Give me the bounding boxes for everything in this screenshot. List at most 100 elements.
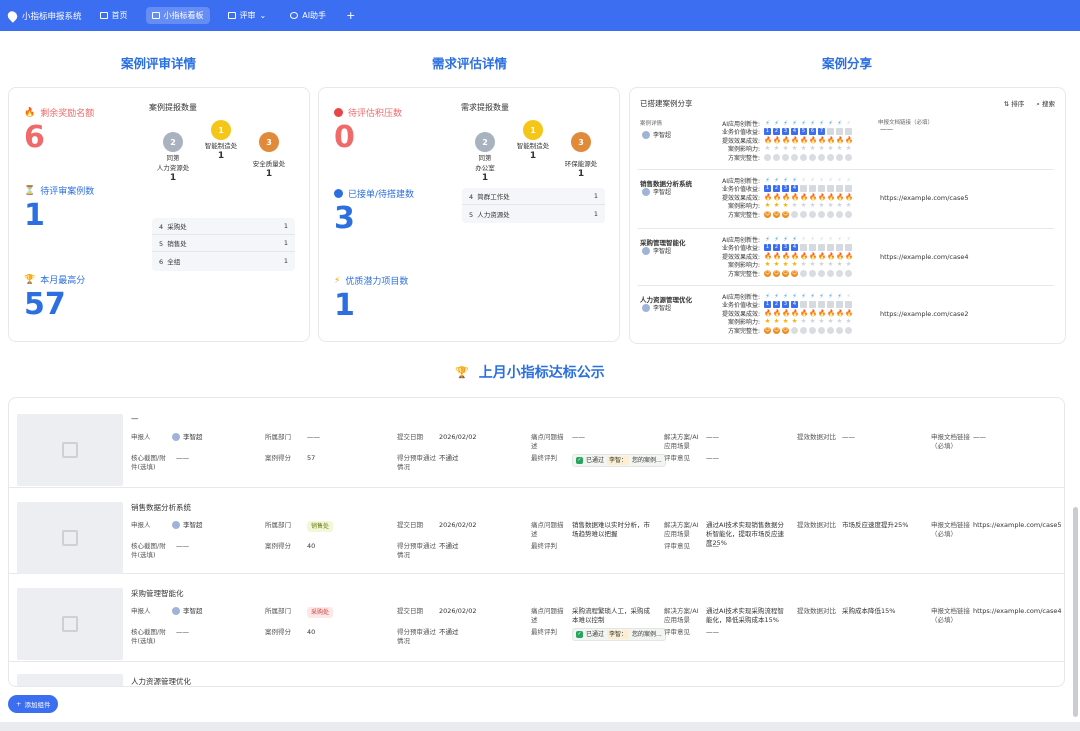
rating-block: AI应用创新性: ⚡ ⚡ ⚡ ⚡ ⚡ ⚡ ⚡ ⚡ ⚡ ⚡ 业务价值收益: 1 2 3 4 提效效果成效: 🔥 🔥 🔥 🔥… [716, 234, 853, 278]
nav-ai[interactable]: AI助手 [284, 7, 332, 24]
case-doc-link[interactable]: —— [880, 125, 893, 133]
box-rating-icon: 1 [764, 128, 771, 136]
applicant-value: 李智超 [172, 521, 203, 530]
bolt-rating-icon: ⚡ [801, 118, 806, 127]
case-doc-link[interactable]: https://example.com/case4 [880, 253, 969, 261]
share-row[interactable]: 人力资源管理优化 李智超 AI应用创新性: ⚡ ⚡ ⚡ ⚡ ⚡ ⚡ ⚡ ⚡ ⚡ ⚡ 业务价值收益: 1 2 3 4… [638, 286, 1054, 343]
share-row[interactable]: 销售数据分析系统 李智超 AI应用创新性: ⚡ ⚡ ⚡ ⚡ ⚡ ⚡ ⚡ ⚡ ⚡ ⚡ 业务价值收益: 1 2 3 4… [638, 170, 1054, 229]
box-rating-icon: 4 [791, 301, 798, 309]
rank-count: 1 [283, 239, 288, 247]
doc-value[interactable]: https://example.com/case5 [973, 521, 1064, 530]
bolt-rating-icon: ⚡ [801, 234, 806, 243]
box-rating-icon: 1 [764, 301, 771, 309]
face-rating-icon [827, 153, 834, 161]
bolt-rating-icon: ⚡ [783, 291, 788, 300]
fire-rating-icon: 🔥 [818, 251, 827, 260]
add-tab-icon[interactable]: + [346, 9, 355, 22]
doc-value[interactable]: —— [973, 433, 1064, 442]
star-rating-icon: ★ [845, 260, 852, 269]
share-row[interactable]: 采购管理智能化 李智超 AI应用创新性: ⚡ ⚡ ⚡ ⚡ ⚡ ⚡ ⚡ ⚡ ⚡ ⚡ 业务价值收益: 1 2 3 4 提… [638, 229, 1054, 286]
face-rating-icon [845, 210, 852, 218]
rating-line: 方案完整性: [716, 153, 852, 162]
nav-dashboard[interactable]: 小指标看板 [145, 7, 210, 24]
image-placeholder [17, 414, 123, 486]
rank-name: 采购处 [167, 223, 187, 231]
monthly-title-text: 上月小指标达标公示 [478, 365, 605, 381]
date-value: 2026/02/02 [439, 433, 477, 441]
bottom-edge [0, 722, 1080, 731]
nav-review[interactable]: 评审 ⌄ [222, 7, 273, 24]
star-rating-icon: ★ [809, 260, 816, 269]
dept-tag: 采购处 [307, 607, 334, 618]
search-button[interactable]: ⌕ 搜索 [1036, 98, 1055, 109]
material-value: —— [176, 628, 189, 636]
label-reason: 得分预审通过情况 [397, 542, 436, 559]
add-component-button[interactable]: + 添加组件 [8, 695, 59, 713]
face-rating-icon [827, 210, 834, 218]
podium-count: 1 [481, 173, 489, 183]
material-value: —— [176, 542, 189, 550]
podium-third: 3 安全质量处 1 [239, 132, 299, 179]
fire-rating-icon: 🔥 [782, 192, 791, 201]
face-rating-icon: ☺ [773, 210, 780, 218]
case-doc-link[interactable]: https://example.com/case5 [880, 194, 969, 202]
face-rating-icon [836, 210, 843, 218]
list-item[interactable]: 销售数据分析系统 申报人 李智超 所属部门 销售处 提交日期 2026/02/02 痛点问题描… [9, 488, 1064, 574]
case-doc-link[interactable]: https://example.com/case2 [880, 310, 969, 318]
final-value: ✓ 已通过 李智： 您的案例... [572, 454, 666, 467]
search-icon: ⌕ [1036, 100, 1040, 108]
fire-rating-icon: 🔥 [818, 135, 827, 144]
demand-section-title: 需求评估详情 [432, 56, 508, 71]
sort-button[interactable]: ⇅ 排序 [1004, 98, 1025, 109]
blue-dot-icon [334, 189, 343, 198]
fire-rating-icon: 🔥 [845, 308, 854, 317]
metric-label: 本月最高分 [40, 276, 86, 286]
scrollbar[interactable] [1073, 507, 1078, 717]
final-status-pill[interactable]: ✓ 已通过 李智： 您的案例... [572, 628, 666, 641]
final-status-pill[interactable]: ✓ 已通过 李智： 您的案例... [572, 454, 666, 467]
metric-label: 优质潜力项目数 [345, 277, 409, 287]
app-logo[interactable]: 小指标申报系统 [5, 8, 82, 23]
face-rating-icon [800, 210, 807, 218]
list-item[interactable]: — 申报人 李智超 所属部门 —— 提交日期 2026/02/02 痛点问题描述 —— 解决方案/… [9, 400, 1064, 488]
list-item[interactable]: 人力资源管理优化 [9, 662, 1064, 686]
podium-tag: 同第 [166, 154, 180, 162]
fire-rating-icon: 🔥 [764, 251, 773, 260]
rating-line: 业务价值收益: 1 2 3 4 5 6 7 [716, 128, 852, 136]
label-doc: 申报文档链接（必填） [931, 521, 970, 538]
bolt-rating-icon: ⚡ [828, 234, 833, 243]
metric-accepted: 已接单/待搭建数 3 [334, 187, 414, 236]
final-status: 已通过 [586, 631, 605, 638]
list-item[interactable]: 采购管理智能化 申报人 李智超 所属部门 采购处 提交日期 2026/02/02 痛点问题描述… [9, 574, 1064, 662]
bronze-medal-icon: 3 [259, 132, 279, 152]
bolt-rating-icon: ⚡ [810, 118, 815, 127]
star-rating-icon: ★ [791, 144, 798, 153]
label-score: 案例得分 [265, 542, 291, 550]
doc-value[interactable]: https://example.com/case4 [973, 607, 1064, 616]
avatar [642, 303, 650, 312]
fire-rating-icon: 🔥 [800, 192, 809, 201]
nav-home[interactable]: 首页 [94, 7, 134, 24]
label-problem: 痛点问题描述 [531, 521, 564, 538]
box-rating-icon [818, 185, 825, 193]
fire-rating-icon: 🔥 [818, 308, 827, 317]
share-row[interactable]: 李智超 AI应用创新性: ⚡ ⚡ ⚡ ⚡ ⚡ ⚡ ⚡ ⚡ ⚡ ⚡ 业务价值收益: 1 2 3 4 5 6 7 提效效果成… [638, 113, 1054, 170]
review-card: 🔥 剩余奖励名额 6 ⏳ 待评审案例数 1 🏆 本月最高分 57 案例提报数量 1 智… [8, 87, 310, 342]
face-rating-icon [791, 153, 798, 161]
rating-line: AI应用创新性: ⚡ ⚡ ⚡ ⚡ ⚡ ⚡ ⚡ ⚡ ⚡ ⚡ [716, 176, 852, 185]
label-dept: 所属部门 [265, 607, 291, 615]
rank-count: 1 [593, 192, 598, 200]
star-rating-icon: ★ [764, 317, 771, 326]
label-applicant: 申报人 [131, 521, 151, 529]
podium-second: 2 同第 人力资源处 1 [143, 132, 203, 183]
rating-block: AI应用创新性: ⚡ ⚡ ⚡ ⚡ ⚡ ⚡ ⚡ ⚡ ⚡ ⚡ 业务价值收益: 1 2 3 4 5 6 7 提效效果成效: 🔥… [716, 118, 853, 162]
rating-line: 案例影响力: ★ ★ ★ ★ ★ ★ ★ ★ ★ ★ [716, 145, 852, 154]
rank-row: 5 销售处 1 [152, 235, 295, 252]
lightning-icon: ⚡ [334, 275, 341, 286]
bolt-rating-icon: ⚡ [774, 118, 779, 127]
star-rating-icon: ★ [818, 260, 825, 269]
red-dot-icon [334, 108, 343, 117]
label-comment: 评审意见 [664, 454, 690, 462]
face-rating-icon [764, 153, 771, 161]
face-rating-icon: ☺ [773, 269, 780, 277]
